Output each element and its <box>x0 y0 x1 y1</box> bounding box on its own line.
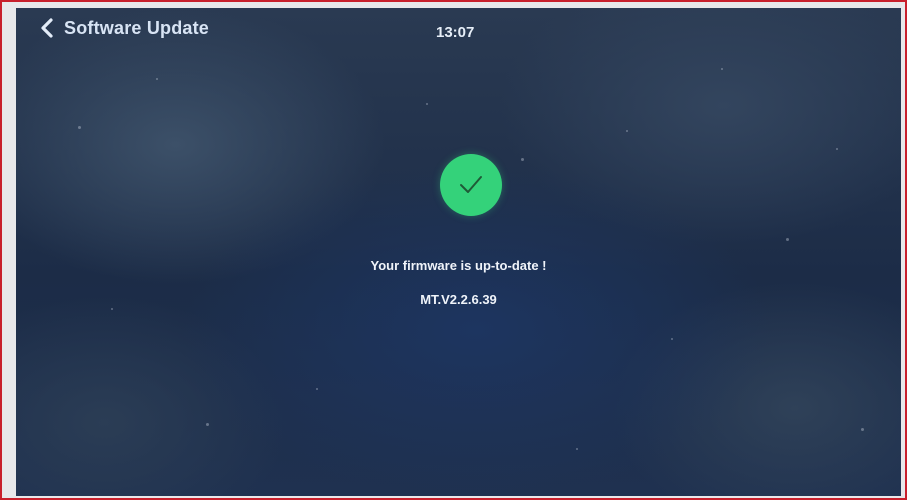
photo-frame: Software Update 13:07 Your firmware is u… <box>0 0 907 500</box>
dust-speck <box>521 158 524 161</box>
dust-speck <box>671 338 673 340</box>
dust-speck <box>626 130 628 132</box>
top-bar: Software Update 13:07 <box>16 8 901 52</box>
dust-speck <box>111 308 113 310</box>
dust-speck <box>78 126 81 129</box>
dust-speck <box>786 238 789 241</box>
dust-speck <box>836 148 838 150</box>
clock: 13:07 <box>436 24 475 41</box>
chevron-left-icon <box>40 17 54 39</box>
dust-speck <box>426 103 428 105</box>
back-button[interactable]: Software Update <box>40 12 209 44</box>
page-title: Software Update <box>64 17 210 38</box>
dust-speck <box>721 68 723 70</box>
dust-speck <box>576 448 578 450</box>
dust-speck <box>206 423 209 426</box>
dust-speck <box>156 78 158 80</box>
device-screen: Software Update 13:07 Your firmware is u… <box>16 8 901 496</box>
dust-speck <box>861 428 864 431</box>
dust-speck <box>316 388 318 390</box>
status-message: Your firmware is up-to-date ! <box>370 258 547 273</box>
checkmark-icon <box>440 154 502 216</box>
firmware-version: MT.V2.2.6.39 <box>420 292 497 307</box>
